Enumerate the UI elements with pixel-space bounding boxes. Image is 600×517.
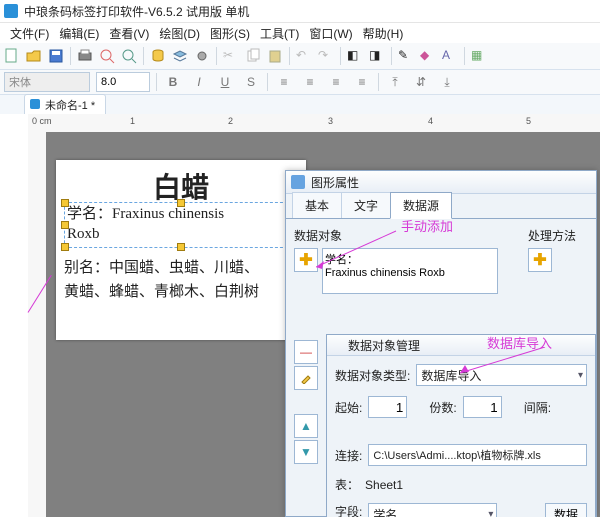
italic-button[interactable]: I (189, 72, 209, 92)
open-icon[interactable] (26, 48, 42, 64)
titlebar: 中琅条码标签打印软件-V6.5.2 试用版 单机 (0, 0, 600, 23)
redo-icon[interactable]: ↷ (318, 48, 334, 64)
movedown-button[interactable]: ▼ (294, 440, 318, 464)
data-row-buttons: — ▲ ▼ (294, 340, 318, 464)
menu-shape[interactable]: 图形(S) (206, 23, 254, 44)
menu-file[interactable]: 文件(F) (6, 23, 53, 44)
font-size-input[interactable] (96, 72, 150, 92)
ruler-horizontal: 0 cm 1 2 3 4 5 (28, 114, 600, 133)
font-icon[interactable]: A (442, 48, 458, 64)
panel-titlebar[interactable]: 图形属性 (286, 171, 596, 194)
cut-icon[interactable]: ✂ (223, 48, 239, 64)
pen-icon[interactable]: ✎ (398, 48, 414, 64)
gear-icon[interactable] (194, 48, 210, 64)
start-label: 起始: (335, 399, 362, 416)
valign-top-icon[interactable]: ⤒ (385, 72, 405, 92)
remove-button[interactable]: — (294, 340, 318, 364)
gap-label: 间隔: (524, 399, 551, 416)
count-input[interactable] (463, 396, 502, 418)
layers-icon[interactable] (172, 48, 188, 64)
tool1-icon[interactable]: ◧ (347, 48, 363, 64)
copy-icon[interactable] (245, 48, 261, 64)
data-button[interactable]: 数据 (545, 503, 587, 517)
ruler-unit: 0 cm (32, 116, 52, 126)
menu-edit[interactable]: 编辑(E) (55, 23, 103, 44)
window-title: 中琅条码标签打印软件-V6.5.2 试用版 单机 (24, 3, 249, 20)
db-icon[interactable] (150, 48, 166, 64)
bold-button[interactable]: B (163, 72, 183, 92)
conn-field[interactable]: C:\Users\Admi....ktop\植物标牌.xls (368, 444, 587, 466)
edit-button[interactable] (294, 366, 318, 390)
menubar: 文件(F) 编辑(E) 查看(V) 绘图(D) 图形(S) 工具(T) 窗口(W… (0, 23, 600, 43)
zoomin-icon[interactable] (121, 48, 137, 64)
add-data-button[interactable]: ✚ (294, 248, 318, 272)
subpanel-icon (332, 339, 344, 351)
ruler-vertical (28, 132, 47, 517)
menu-draw[interactable]: 绘图(D) (155, 23, 204, 44)
subpanel-title: 数据对象管理 (348, 337, 420, 354)
moveup-button[interactable]: ▲ (294, 414, 318, 438)
alias-text[interactable]: 别名：中国蜡、虫蜡、川蜡、 黄蜡、蜂蜡、青榔木、白荆树 (64, 256, 298, 304)
menu-view[interactable]: 查看(V) (105, 23, 153, 44)
count-label: 份数: (429, 399, 456, 416)
add-process-button[interactable]: ✚ (528, 248, 552, 272)
fill-icon[interactable]: ◆ (420, 48, 436, 64)
conn-label: 连接: (335, 447, 362, 464)
panel-title: 图形属性 (311, 174, 359, 191)
menu-help[interactable]: 帮助(H) (359, 23, 408, 44)
field-select[interactable]: 学名 (368, 503, 497, 517)
undo-icon[interactable]: ↶ (296, 48, 312, 64)
data-object-manage-panel[interactable]: 数据对象管理 数据库导入 数据对象类型: 数据库导入 起始: 份数: (326, 334, 596, 517)
table-value: Sheet1 (365, 478, 403, 492)
new-icon[interactable] (4, 48, 20, 64)
panel-body: 数据对象 ✚ 学名： Fraxinus chinensis Roxb 处理方法 … (286, 219, 596, 302)
group-process: 处理方法 (528, 227, 588, 244)
toolbar-font: 宋体 B I U S ≡ ≡ ≡ ≡ ⤒ ⇵ ⤓ (0, 70, 600, 95)
zoomfit-icon[interactable] (99, 48, 115, 64)
tab-basic[interactable]: 基本 (292, 192, 342, 218)
field-label: 字段: (335, 503, 362, 517)
label-page[interactable]: 白蜡 学名：Fraxinus chinensisRoxb 别名：中国蜡、虫蜡、川… (56, 160, 306, 340)
align-right-icon[interactable]: ≡ (326, 72, 346, 92)
print-icon[interactable] (77, 48, 93, 64)
align-center-icon[interactable]: ≡ (300, 72, 320, 92)
paste-icon[interactable] (267, 48, 283, 64)
menu-window[interactable]: 窗口(W) (305, 23, 356, 44)
align-left-icon[interactable]: ≡ (274, 72, 294, 92)
selected-text-object[interactable]: 学名：Fraxinus chinensisRoxb (64, 202, 298, 248)
type-label: 数据对象类型: (335, 367, 410, 384)
app-icon (4, 4, 18, 18)
align-just-icon[interactable]: ≡ (352, 72, 372, 92)
menu-tool[interactable]: 工具(T) (256, 23, 303, 44)
underline-button[interactable]: U (215, 72, 235, 92)
panel-icon (291, 175, 305, 189)
grid-icon[interactable]: ▦ (471, 48, 487, 64)
start-input[interactable] (368, 396, 407, 418)
strike-button[interactable]: S (241, 72, 261, 92)
valign-mid-icon[interactable]: ⇵ (411, 72, 431, 92)
toolbar-main: ✂ ↶ ↷ ◧ ◨ ✎ ◆ A ▦ (0, 43, 600, 70)
note-manual-add: 手动添加 (401, 216, 453, 235)
tool2-icon[interactable]: ◨ (369, 48, 385, 64)
valign-bot-icon[interactable]: ⤓ (437, 72, 457, 92)
font-family-select[interactable]: 宋体 (4, 72, 90, 92)
properties-panel[interactable]: 图形属性 基本 文字 数据源 数据对象 ✚ 学名： Fraxinus chine… (285, 170, 597, 517)
save-icon[interactable] (48, 48, 64, 64)
tab-text[interactable]: 文字 (341, 192, 391, 218)
tab-datasource[interactable]: 数据源 (390, 192, 452, 219)
table-label: 表： (335, 476, 359, 493)
